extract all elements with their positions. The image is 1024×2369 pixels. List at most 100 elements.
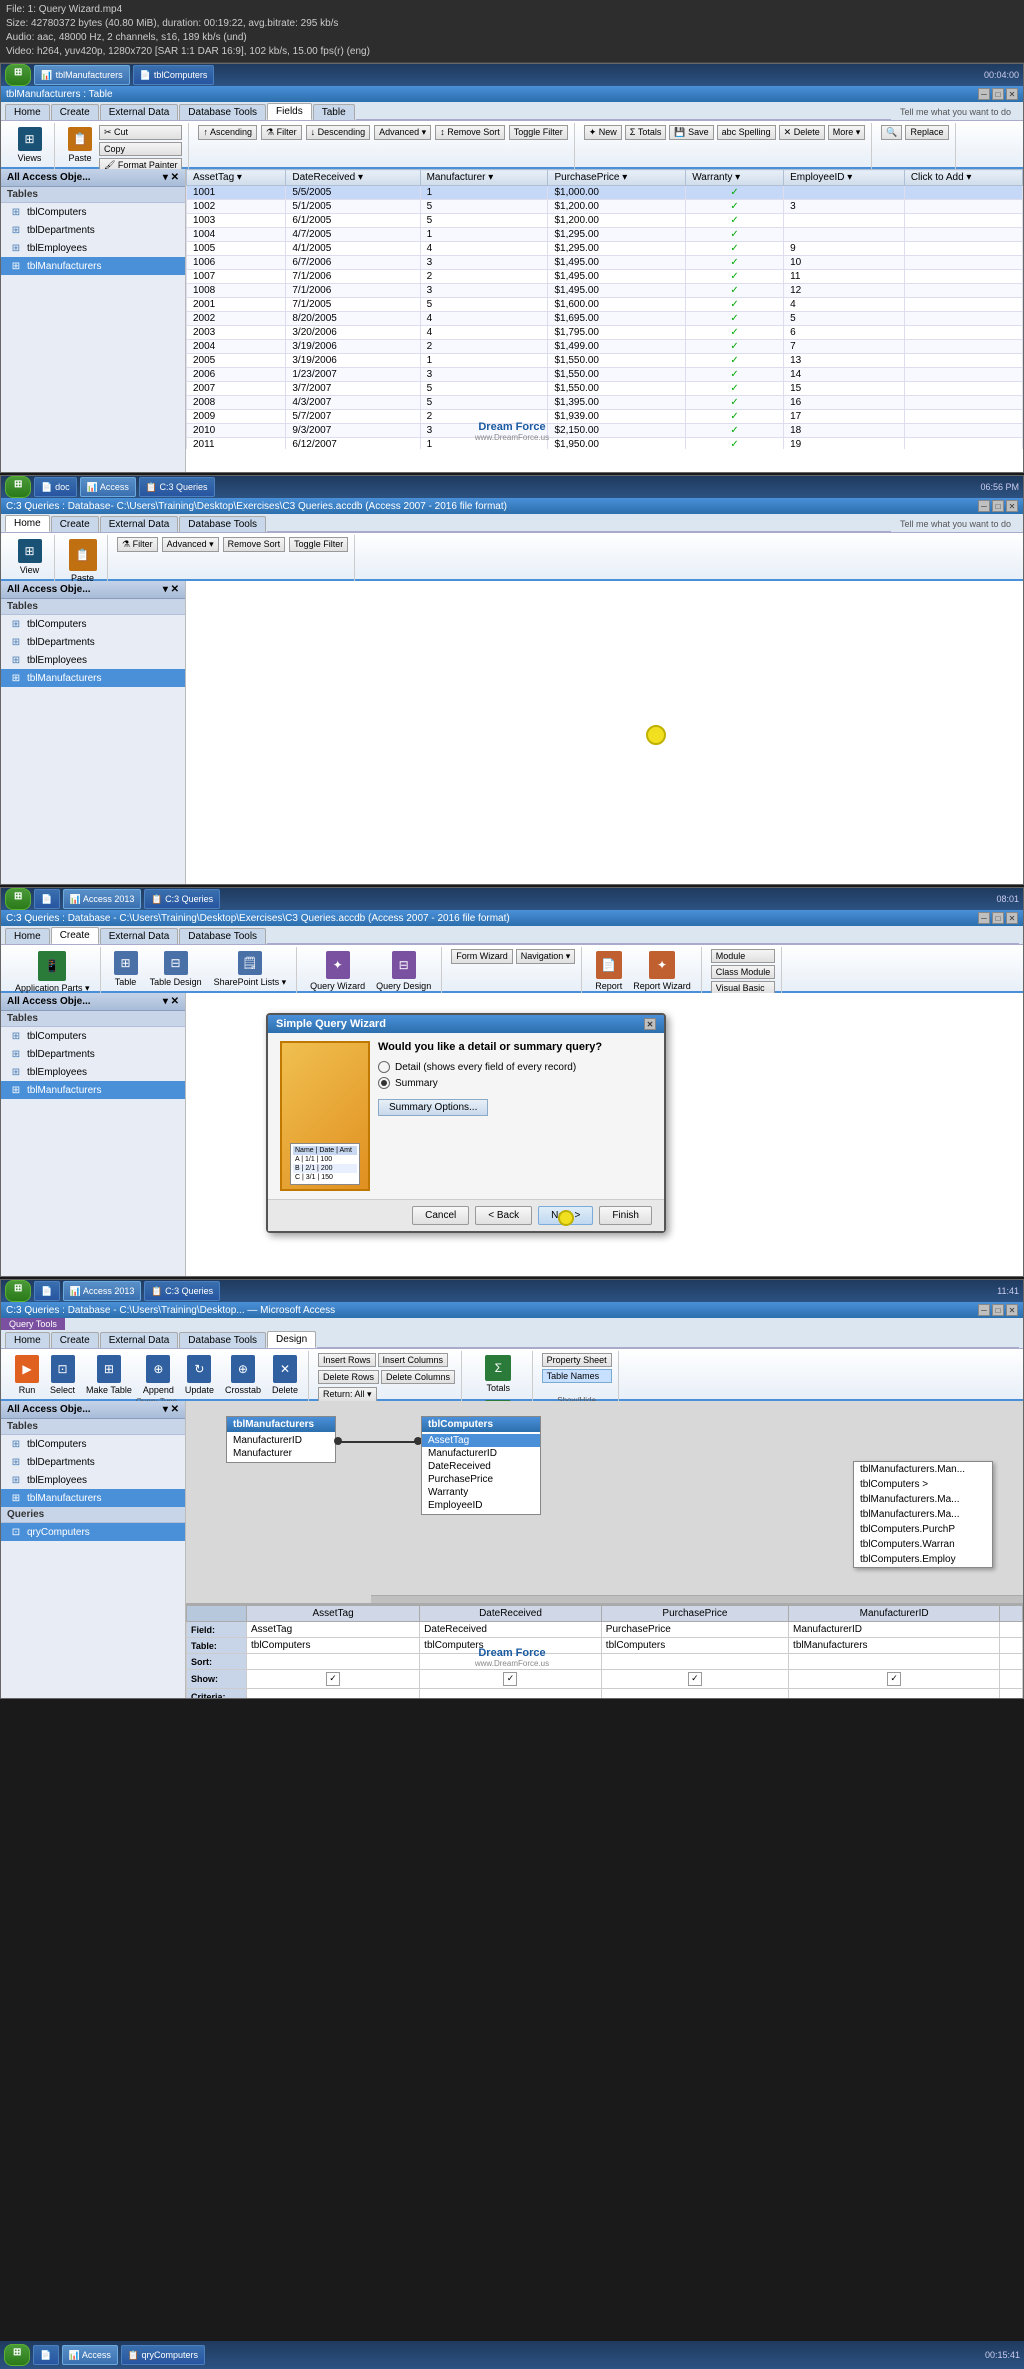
delete-cols-btn-4[interactable]: Delete Columns (381, 1370, 455, 1384)
views-btn[interactable]: ⊞ Views (14, 125, 46, 165)
tab-fields-1[interactable]: Fields (267, 103, 312, 120)
find-btn[interactable]: 🔍 (881, 125, 902, 140)
maximize-btn-2[interactable]: □ (992, 500, 1004, 512)
cell-warranty[interactable]: ✓ (686, 340, 784, 354)
cell-man[interactable]: 3 (420, 284, 548, 298)
cell-price[interactable]: $1,495.00 (548, 270, 686, 284)
cell-price[interactable]: $1,000.00 (548, 186, 686, 200)
cell-emp[interactable]: 3 (784, 200, 905, 214)
advanced-btn-2[interactable]: Advanced ▾ (162, 537, 219, 552)
table-btn-3[interactable]: ⊞ Table (110, 949, 142, 990)
nav-tblManufacturers-2[interactable]: ⊞ tblManufacturers (1, 669, 185, 687)
cell-man[interactable]: 5 (420, 200, 548, 214)
taskbar-queries-3[interactable]: 📋 C:3 Queries (144, 889, 220, 909)
app-btn-3[interactable]: 📱 Application Parts ▾ (11, 949, 94, 996)
summary-options-btn-3[interactable]: Summary Options... (378, 1099, 488, 1116)
cell-emp[interactable]: 4 (784, 298, 905, 312)
cell-id[interactable]: 2005 (187, 354, 286, 368)
tab-database-1[interactable]: Database Tools (179, 104, 266, 120)
report-wizard-btn-3[interactable]: ✦ Report Wizard (629, 949, 695, 993)
close-btn-4[interactable]: ✕ (1006, 1304, 1018, 1316)
report-btn-3[interactable]: 📄 Report (591, 949, 626, 993)
cell-new[interactable] (904, 284, 1022, 298)
taskbar-doc-btn-1[interactable]: 📄 tblComputers (133, 65, 215, 85)
nav-tblManufacturers-1[interactable]: ⊞ tblManufacturers (1, 257, 185, 275)
return-btn-4[interactable]: Return: All ▾ (318, 1387, 377, 1402)
form-wizard-btn-3[interactable]: Form Wizard (451, 949, 513, 964)
field-manufacturerID-4[interactable]: ManufacturerID (227, 1434, 335, 1447)
field-purchaseprice-4[interactable]: PurchasePrice (422, 1473, 540, 1486)
th-warranty-1[interactable]: Warranty ▾ (686, 170, 784, 186)
cell-emp[interactable] (784, 186, 905, 200)
tab-create-4[interactable]: Create (51, 1332, 99, 1348)
nav-tblManufacturers-3[interactable]: ⊞ tblManufacturers (1, 1081, 185, 1099)
cell-price[interactable]: $1,200.00 (548, 200, 686, 214)
radio-summary-3[interactable]: Summary (378, 1077, 652, 1089)
insert-rows-btn-4[interactable]: Insert Rows (318, 1353, 376, 1367)
cell-emp[interactable]: 9 (784, 242, 905, 256)
field-warranty-4[interactable]: Warranty (422, 1486, 540, 1499)
field-datereceived-4[interactable]: DateReceived (422, 1460, 540, 1473)
cell-date[interactable]: 7/1/2006 (286, 284, 420, 298)
nav-header-2[interactable]: All Access Obje... ▾ ✕ (1, 581, 185, 599)
close-btn-3[interactable]: ✕ (1006, 912, 1018, 924)
qg-show-assettag-4[interactable] (247, 1670, 420, 1689)
table-design-btn-3[interactable]: ⊟ Table Design (146, 949, 206, 990)
nav-tblComputers-2[interactable]: ⊞ tblComputers (1, 615, 185, 633)
select-btn-4[interactable]: ⊡ Select (46, 1353, 79, 1397)
taskbar-bottom-doc[interactable]: 📄 (33, 2345, 58, 2365)
cell-id[interactable]: 1007 (187, 270, 286, 284)
nav-tblComputers-3[interactable]: ⊞ tblComputers (1, 1027, 185, 1045)
sharepoint-btn-3[interactable]: 🗒 SharePoint Lists ▾ (210, 949, 291, 990)
cell-man[interactable]: 1 (420, 186, 548, 200)
tab-external-1[interactable]: External Data (100, 104, 179, 120)
cell-price[interactable]: $1,200.00 (548, 214, 686, 228)
th-purchaseprice-1[interactable]: PurchasePrice ▾ (548, 170, 686, 186)
cell-price[interactable]: $1,550.00 (548, 368, 686, 382)
taskbar-bottom-access[interactable]: 📊 Access (62, 2345, 118, 2365)
field-manufacturer-4[interactable]: Manufacturer (227, 1447, 335, 1460)
radio-summary-btn-3[interactable] (378, 1077, 390, 1089)
radio-detail-btn-3[interactable] (378, 1061, 390, 1073)
show-cb-3-4[interactable] (688, 1672, 702, 1686)
insert-cols-btn-4[interactable]: Insert Columns (378, 1353, 449, 1367)
update-btn-4[interactable]: ↻ Update (181, 1353, 218, 1397)
cell-warranty[interactable]: ✓ (686, 200, 784, 214)
qg-show-price-4[interactable] (601, 1670, 788, 1689)
qg-col4-4[interactable]: ManufacturerID (789, 1606, 1000, 1622)
cell-man[interactable]: 5 (420, 298, 548, 312)
cell-price[interactable]: $1,600.00 (548, 298, 686, 312)
dropdown-item-5-4[interactable]: tblComputers.PurchP (854, 1522, 992, 1537)
cell-warranty[interactable]: ✓ (686, 228, 784, 242)
qg-show-mfrid-4[interactable] (789, 1670, 1000, 1689)
tab-design-4[interactable]: Design (267, 1331, 316, 1348)
tab-home-1[interactable]: Home (5, 104, 50, 120)
cell-emp[interactable]: 6 (784, 326, 905, 340)
cell-new[interactable] (904, 200, 1022, 214)
cell-id[interactable]: 1004 (187, 228, 286, 242)
cell-new[interactable] (904, 354, 1022, 368)
cell-id[interactable]: 1005 (187, 242, 286, 256)
cell-warranty[interactable]: ✓ (686, 256, 784, 270)
qg-col3-4[interactable]: PurchasePrice (601, 1606, 788, 1622)
class-module-btn-3[interactable]: Class Module (711, 965, 776, 979)
paste-btn[interactable]: 📋 Paste (64, 125, 96, 165)
cell-id[interactable]: 1003 (187, 214, 286, 228)
cancel-btn-3[interactable]: Cancel (412, 1206, 469, 1225)
qg-field-date-4[interactable]: DateReceived (420, 1622, 602, 1638)
th-manufacturer-1[interactable]: Manufacturer ▾ (420, 170, 548, 186)
cell-date[interactable]: 7/1/2006 (286, 270, 420, 284)
cell-id[interactable]: 1002 (187, 200, 286, 214)
dialog-close-btn-3[interactable]: ✕ (644, 1018, 656, 1030)
nav-header-4[interactable]: All Access Obje... ▾ ✕ (1, 1401, 185, 1419)
nav-header-1[interactable]: All Access Obje... ▾ ✕ (1, 169, 185, 187)
cell-id[interactable]: 2007 (187, 382, 286, 396)
cell-emp[interactable] (784, 214, 905, 228)
tab-database-3[interactable]: Database Tools (179, 928, 266, 944)
save-record-btn[interactable]: 💾 Save (669, 125, 713, 140)
cell-warranty[interactable]: ✓ (686, 312, 784, 326)
start-button-3[interactable]: ⊞ (5, 888, 31, 910)
nav-tblDepartments-4[interactable]: ⊞ tblDepartments (1, 1453, 185, 1471)
cell-id[interactable]: 2006 (187, 368, 286, 382)
tab-database-2[interactable]: Database Tools (179, 516, 266, 532)
